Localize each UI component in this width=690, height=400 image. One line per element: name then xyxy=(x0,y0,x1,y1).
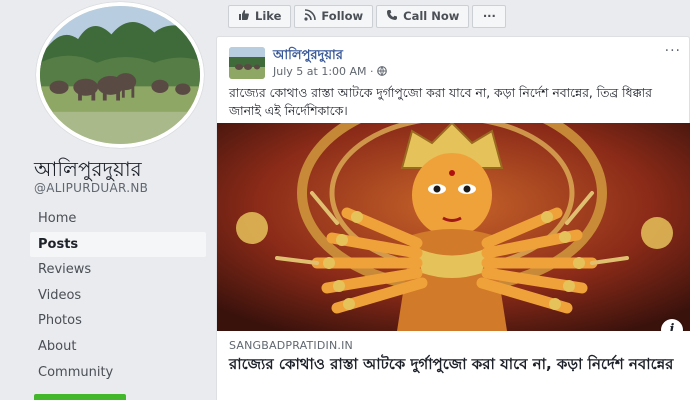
nav-item-videos[interactable]: Videos xyxy=(30,283,206,309)
thumbs-up-icon xyxy=(238,9,250,24)
more-actions-button[interactable]: ··· xyxy=(472,4,507,28)
page-handle[interactable]: @ALIPURDUAR.NB xyxy=(34,181,148,195)
nav-item-home[interactable]: Home xyxy=(30,206,206,232)
main-column: Like Follow Call Now ··· আলিপুরদুয়ার Ju… xyxy=(216,0,690,400)
nav-item-about[interactable]: About xyxy=(30,334,206,360)
link-title[interactable]: রাজ্যের কোথাও রাস্তা আটকে দুর্গাপুজো করা… xyxy=(229,355,679,373)
durga-idol-image xyxy=(217,123,690,331)
nav-item-community[interactable]: Community xyxy=(30,360,206,386)
call-now-button[interactable]: Call Now xyxy=(376,4,470,28)
page-action-bar: Like Follow Call Now ··· xyxy=(216,0,690,32)
post-options-button[interactable]: ··· xyxy=(665,43,681,59)
separator: · xyxy=(370,65,378,78)
like-button[interactable]: Like xyxy=(228,4,292,28)
post-card: আলিপুরদুয়ার July 5 at 1:00 AM · ··· রাজ… xyxy=(216,36,690,400)
nav-item-posts[interactable]: Posts xyxy=(30,231,206,258)
link-domain: SANGBADPRATIDIN.IN xyxy=(229,339,353,352)
link-preview-image[interactable] xyxy=(217,123,690,331)
left-sidebar: আলিপুরদুয়ার @ALIPURDUAR.NB Home Posts R… xyxy=(0,0,216,400)
nav-item-reviews[interactable]: Reviews xyxy=(30,257,206,283)
post-author-name[interactable]: আলিপুরদুয়ার xyxy=(273,46,343,67)
page-nav: Home Posts Reviews Videos Photos About C… xyxy=(30,206,206,385)
follow-label: Follow xyxy=(321,9,364,23)
more-dots-icon: ··· xyxy=(482,9,496,23)
link-preview[interactable]: SANGBADPRATIDIN.IN রাজ্যের কোথাও রাস্তা … xyxy=(217,331,690,400)
post-timestamp[interactable]: July 5 at 1:00 AM xyxy=(273,65,367,78)
like-label: Like xyxy=(255,9,282,23)
elephants-photo xyxy=(40,6,200,144)
post-text: রাজ্যের কোথাও রাস্তা আটকে দুর্গাপুজো করা… xyxy=(229,86,652,118)
post-author-avatar[interactable] xyxy=(229,47,265,79)
profile-picture[interactable] xyxy=(36,2,204,148)
follow-button[interactable]: Follow xyxy=(294,4,374,28)
globe-icon[interactable] xyxy=(377,65,387,78)
phone-icon xyxy=(386,9,398,24)
call-now-label: Call Now xyxy=(403,9,460,23)
create-page-button[interactable] xyxy=(34,394,126,400)
rss-icon xyxy=(304,8,317,24)
nav-item-photos[interactable]: Photos xyxy=(30,308,206,334)
post-meta: July 5 at 1:00 AM · xyxy=(273,65,387,78)
